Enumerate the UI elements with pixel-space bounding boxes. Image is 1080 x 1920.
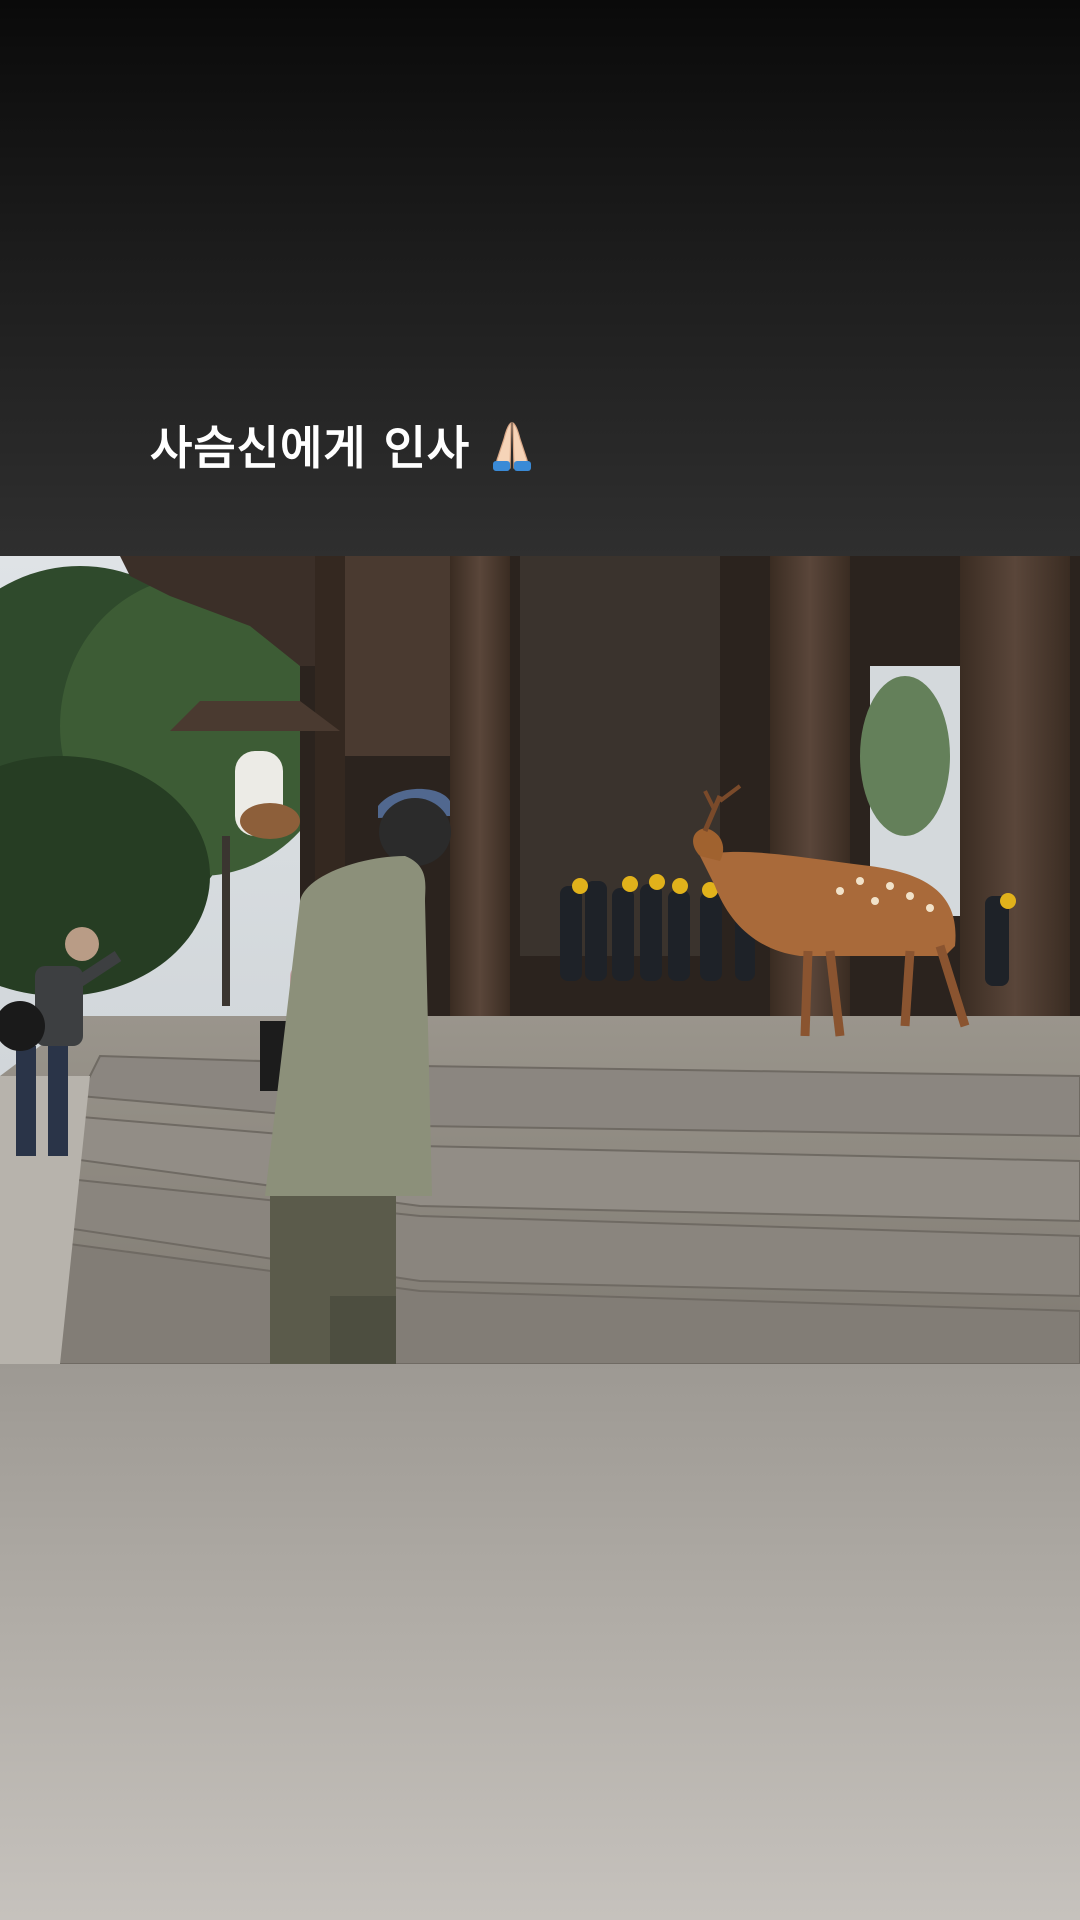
story-viewer[interactable]: 사슴신에게 인사 <box>0 0 1080 1920</box>
folded-hands-icon <box>484 417 540 473</box>
story-background-bottom <box>0 1364 1080 1920</box>
caption-text: 사슴신에게 인사 <box>150 421 471 475</box>
story-caption: 사슴신에게 인사 <box>150 410 540 480</box>
story-photo <box>0 556 1080 1364</box>
